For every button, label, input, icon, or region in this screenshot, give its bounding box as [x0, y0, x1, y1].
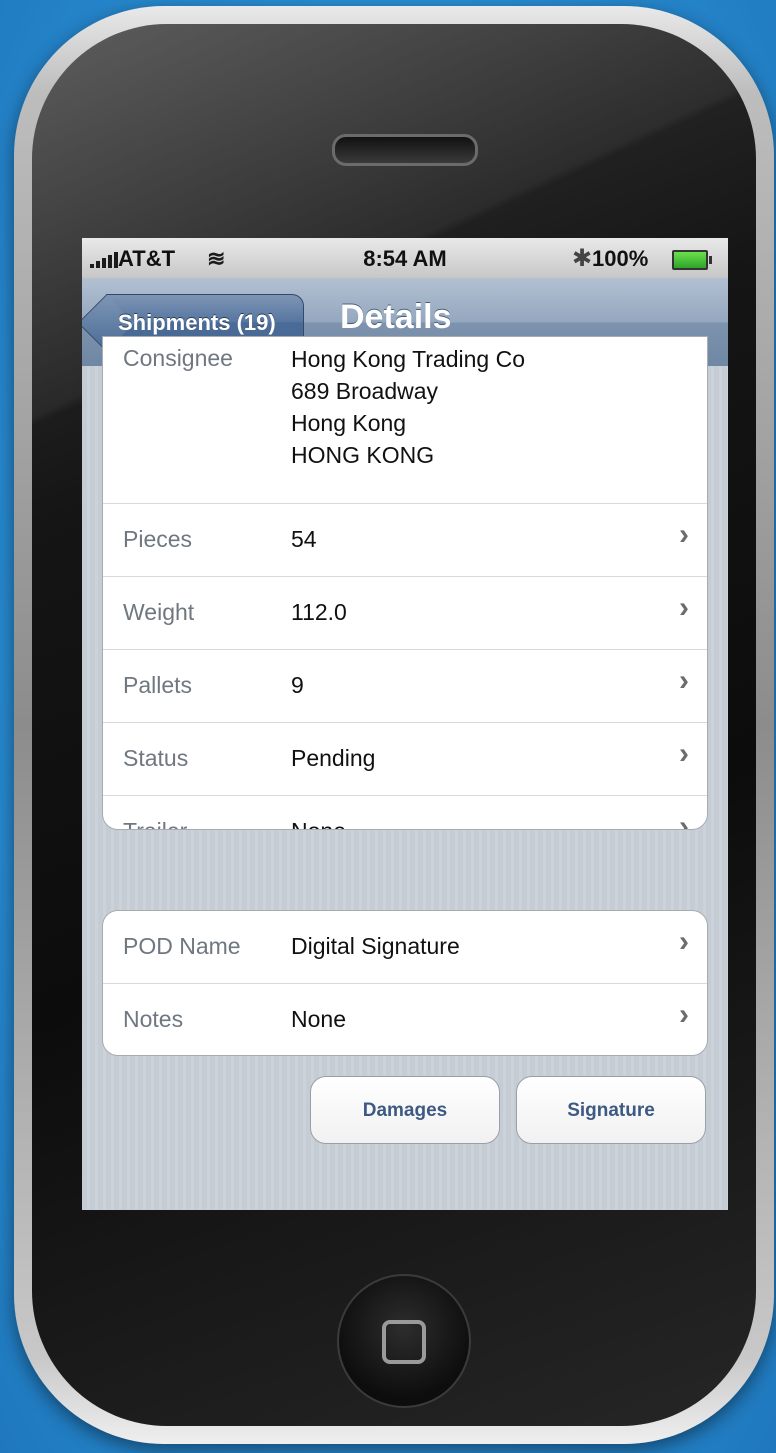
- trailer-value: None: [291, 818, 346, 829]
- consignee-line: Hong Kong: [291, 410, 407, 436]
- weight-value: 112.0: [291, 599, 347, 625]
- weight-label: Weight: [123, 599, 195, 625]
- chevron-right-icon: ›: [679, 737, 689, 770]
- pieces-row[interactable]: Pieces 54 ›: [103, 504, 707, 577]
- consignee-line: HONG KONG: [291, 442, 435, 468]
- delivery-group: POD Name Digital Signature › Notes None …: [102, 910, 708, 1056]
- home-square-icon: [382, 1320, 426, 1364]
- chevron-right-icon: ›: [679, 664, 689, 697]
- status-label: Status: [123, 745, 189, 771]
- screen: AT&T ≋ 8:54 AM ✱ 100% Shipments (19) Det…: [82, 238, 728, 1210]
- consignee-label: Consignee: [123, 345, 233, 371]
- trailer-row[interactable]: Trailer None ›: [103, 796, 707, 830]
- pod-name-label: POD Name: [123, 933, 241, 959]
- status-row[interactable]: Status Pending ›: [103, 723, 707, 796]
- earpiece-speaker: [332, 134, 478, 166]
- chevron-right-icon: ›: [679, 810, 689, 830]
- consignee-line: 689 Broadway: [291, 378, 439, 404]
- notes-label: Notes: [123, 1006, 184, 1032]
- notes-row[interactable]: Notes None ›: [103, 984, 707, 1055]
- back-button-label: Shipments (19): [118, 310, 276, 335]
- pallets-row[interactable]: Pallets 9 ›: [103, 650, 707, 723]
- chevron-right-icon: ›: [679, 998, 689, 1031]
- pallets-value: 9: [291, 672, 304, 698]
- pod-name-row[interactable]: POD Name Digital Signature ›: [103, 911, 707, 984]
- battery-charging-icon: [672, 250, 712, 270]
- chevron-right-icon: ›: [679, 925, 689, 958]
- weight-row[interactable]: Weight 112.0 ›: [103, 577, 707, 650]
- notes-value: None: [291, 1006, 346, 1032]
- details-content[interactable]: Consignee Hong Kong Trading Co 689 Broad…: [82, 336, 728, 1210]
- damages-button[interactable]: Damages: [310, 1076, 500, 1144]
- status-value: Pending: [291, 745, 376, 771]
- consignee-address: Hong Kong Trading Co 689 Broadway Hong K…: [291, 343, 525, 471]
- pallets-label: Pallets: [123, 672, 193, 698]
- pieces-label: Pieces: [123, 526, 193, 552]
- status-bar: AT&T ≋ 8:54 AM ✱ 100%: [82, 238, 728, 278]
- shipment-details-group: Consignee Hong Kong Trading Co 689 Broad…: [102, 336, 708, 830]
- signature-button[interactable]: Signature: [516, 1076, 706, 1144]
- trailer-label: Trailer: [123, 818, 187, 829]
- bluetooth-icon: ✱: [572, 245, 593, 272]
- battery-percent: 100%: [592, 246, 649, 271]
- chevron-right-icon: ›: [679, 591, 689, 624]
- consignee-row: Consignee Hong Kong Trading Co 689 Broad…: [103, 337, 707, 504]
- pieces-value: 54: [291, 526, 317, 552]
- pod-name-value: Digital Signature: [291, 933, 460, 959]
- page-title: Details: [340, 298, 452, 336]
- chevron-right-icon: ›: [679, 518, 689, 551]
- consignee-line: Hong Kong Trading Co: [291, 346, 525, 372]
- home-button[interactable]: [337, 1274, 471, 1408]
